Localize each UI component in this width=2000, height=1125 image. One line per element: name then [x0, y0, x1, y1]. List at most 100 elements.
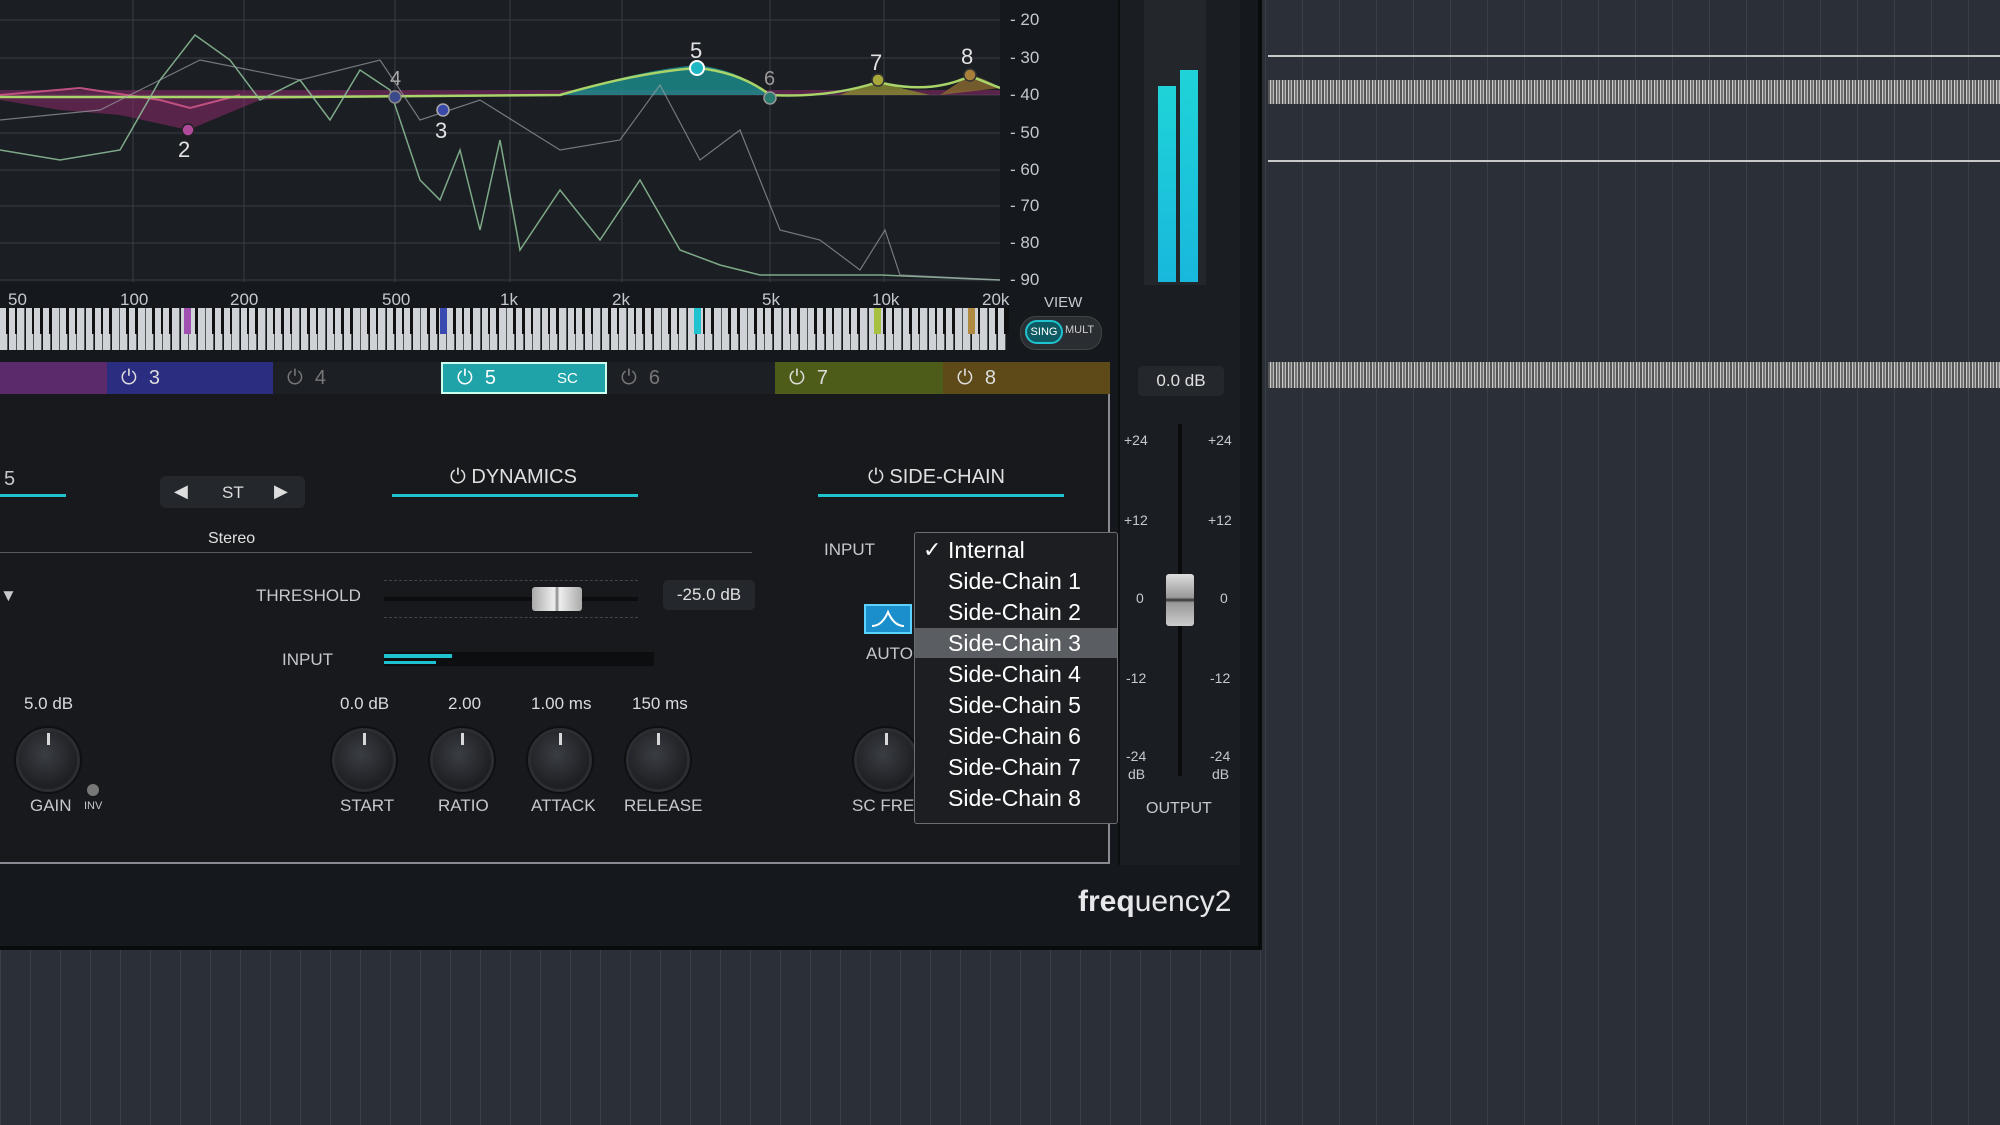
white-key [412, 308, 421, 350]
prev-arrow-icon[interactable]: ◀ [174, 481, 188, 502]
band-key-marker [184, 308, 191, 334]
white-key [232, 308, 241, 350]
release-knob[interactable] [626, 728, 690, 792]
freq-label: 200 [230, 290, 259, 309]
sidechain-input-dropdown[interactable]: ✓ Internal Side-Chain 1 Side-Chain 2 Side-Ch… [914, 532, 1118, 824]
release-label: RELEASE [624, 796, 703, 815]
white-key [172, 308, 180, 350]
filter-shape-icon[interactable] [864, 604, 912, 634]
sc-freq-knob[interactable] [854, 728, 918, 792]
power-icon[interactable]: ⏻ [450, 466, 466, 488]
sidechain-header[interactable]: ⏻ SIDE-CHAIN [868, 466, 1005, 489]
view-toggle[interactable]: SING MULT [1020, 316, 1102, 350]
sc-input-label: INPUT [824, 540, 875, 559]
node-label-6: 6 [764, 68, 776, 90]
power-icon[interactable]: ⏻ [287, 367, 303, 390]
dropdown-item-label: Side-Chain 6 [948, 723, 1081, 749]
output-label: OUTPUT [1146, 800, 1212, 817]
eq-graph[interactable]: 2 3 4 5 6 7 8 [0, 0, 1001, 282]
freq-label: 1k [500, 290, 518, 309]
dynamics-underline [392, 494, 638, 497]
white-key [619, 308, 628, 350]
power-icon[interactable]: ⏻ [121, 367, 137, 390]
output-scale-left: +12 [1124, 512, 1148, 528]
freq-label: 10k [872, 290, 900, 309]
start-knob[interactable] [332, 728, 396, 792]
threshold-value[interactable]: -25.0 dB [663, 580, 755, 610]
input-label: INPUT [282, 650, 333, 669]
band-key-marker [968, 308, 975, 334]
white-key [834, 308, 843, 350]
dropdown-item-label: Side-Chain 4 [948, 661, 1081, 687]
threshold-handle[interactable] [532, 587, 582, 611]
freq-label: 5k [762, 290, 780, 309]
next-arrow-icon[interactable]: ▶ [274, 481, 288, 502]
channel-mode-selector[interactable]: ◀ ST ▶ [160, 476, 305, 508]
output-scale-left: 0 [1136, 590, 1144, 606]
ratio-knob[interactable] [430, 728, 494, 792]
band-partial-label: 5 [4, 468, 16, 490]
track-divider [1268, 160, 2000, 162]
white-key [111, 308, 120, 350]
white-key [713, 308, 722, 350]
view-mult-button[interactable]: MULT [1065, 324, 1094, 336]
product-logo: frequency2 [1078, 885, 1232, 918]
dropdown-item[interactable]: Side-Chain 7 [915, 752, 1117, 782]
power-icon[interactable]: ⏻ [789, 367, 805, 390]
track-divider [1268, 55, 2000, 57]
output-scale-left: +24 [1124, 432, 1148, 448]
dropdown-item[interactable]: Side-Chain 1 [915, 566, 1117, 596]
white-key [799, 308, 808, 350]
output-db-unit: dB [1212, 766, 1230, 782]
band-7-tab[interactable]: ⏻ 7 [775, 362, 943, 394]
band-4-tab[interactable]: ⏻ 4 [273, 362, 441, 394]
output-scale-right: 0 [1220, 590, 1228, 606]
dropdown-item[interactable]: Side-Chain 4 [915, 659, 1117, 689]
output-fader-handle[interactable] [1166, 574, 1194, 626]
dropdown-item[interactable]: ✓ Internal [915, 535, 1117, 565]
node-label-7: 7 [870, 50, 883, 75]
band-5-tab[interactable]: ⏻ 5 SC [441, 362, 607, 394]
power-icon[interactable]: ⏻ [457, 367, 473, 390]
output-value[interactable]: 0.0 dB [1138, 366, 1224, 396]
band-8-tab[interactable]: ⏻ 8 [943, 362, 1110, 394]
dynamics-header[interactable]: ⏻ DYNAMICS [450, 466, 577, 489]
power-icon[interactable]: ⏻ [621, 367, 637, 390]
power-icon[interactable]: ⏻ [957, 367, 973, 390]
white-key [533, 308, 542, 350]
white-key [593, 308, 602, 350]
freq-label: 20k [982, 290, 1010, 309]
threshold-track [384, 597, 638, 601]
dropdown-item[interactable]: Side-Chain 6 [915, 721, 1117, 751]
band-underline [0, 494, 66, 497]
band-6-tab[interactable]: ⏻ 6 [607, 362, 775, 394]
power-icon[interactable]: ⏻ [868, 466, 884, 488]
white-key [980, 308, 989, 350]
black-key [1003, 308, 1009, 334]
threshold-slider[interactable] [384, 580, 638, 618]
view-sing-button[interactable]: SING [1025, 320, 1063, 344]
chevron-down-icon[interactable]: ▼ [0, 586, 17, 606]
audio-clip-waveform[interactable] [1268, 362, 2000, 388]
dropdown-item[interactable]: Side-Chain 2 [915, 597, 1117, 627]
band-number: 7 [816, 366, 828, 389]
white-key [860, 308, 868, 350]
band-2-tab[interactable] [0, 362, 107, 394]
dropdown-item[interactable]: Side-Chain 8 [915, 783, 1117, 813]
dropdown-item[interactable]: Side-Chain 3 [915, 628, 1117, 658]
input-meter-fill [384, 661, 436, 664]
band-3-tab[interactable]: ⏻ 3 [107, 362, 273, 394]
gain-knob[interactable] [16, 728, 80, 792]
meter-bar-right [1180, 70, 1198, 282]
output-scale-left: -24 [1126, 748, 1147, 764]
gain-label: GAIN [30, 796, 72, 815]
db-scale-label: - 30 [1010, 48, 1040, 67]
attack-knob[interactable] [528, 728, 592, 792]
dropdown-item-label: Side-Chain 1 [948, 568, 1081, 594]
dropdown-item[interactable]: Side-Chain 5 [915, 690, 1117, 720]
eq-curve-svg [0, 0, 1001, 282]
freq-label: 2k [612, 290, 630, 309]
dropdown-item-label: Side-Chain 3 [948, 630, 1081, 656]
invert-toggle[interactable] [87, 784, 99, 796]
audio-clip-waveform[interactable] [1268, 80, 2000, 104]
